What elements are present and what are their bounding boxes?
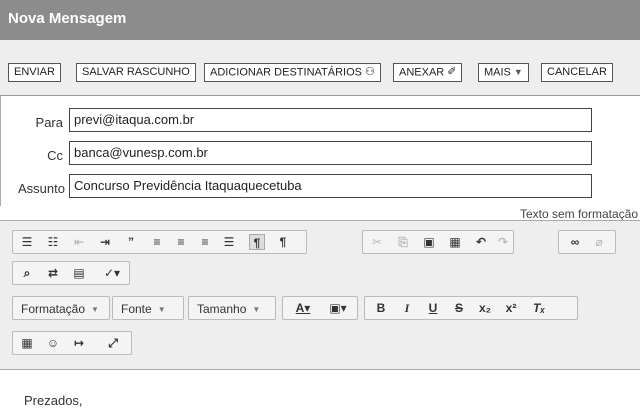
people-icon: ⚇ (364, 66, 375, 78)
link-group: ∞ ⌀ (558, 230, 616, 254)
outdent-icon[interactable]: ⇤ (71, 234, 87, 250)
bullet-list-icon[interactable]: ☷ (45, 234, 61, 250)
ltr-icon[interactable]: ¶ (249, 234, 265, 250)
send-label: ENVIAR (14, 66, 55, 78)
clipboard-group: ✂ ⎘ ▣ ▦ ↶ ↷ (362, 230, 514, 254)
numbered-list-icon[interactable]: ☰ (19, 234, 35, 250)
font-combo-label: Fonte (121, 302, 152, 316)
format-combo-group[interactable]: Formatação ▼ (12, 296, 110, 320)
paragraph-group: ☰ ☷ ⇤ ⇥ ” ≡ ≡ ≡ ☰ ¶ ¶ (12, 230, 307, 254)
select-all-icon[interactable]: ▤ (71, 265, 87, 281)
size-combo-label: Tamanho (197, 302, 247, 316)
format-combo[interactable]: Formatação ▼ (21, 300, 99, 318)
insert-group: ▦ ☺ ↦ ⤢ (12, 331, 132, 355)
plain-text-link[interactable]: Texto sem formatação (520, 207, 638, 221)
window-title: Nova Mensagem (8, 10, 127, 27)
bold-icon[interactable]: B (373, 300, 389, 316)
maximize-icon[interactable]: ⤢ (105, 335, 121, 351)
indent-icon[interactable]: ⇥ (97, 234, 113, 250)
underline-icon[interactable]: U (425, 300, 441, 316)
align-center-icon[interactable]: ≡ (173, 234, 189, 250)
save-draft-label: SALVAR RASCUNHO (82, 66, 190, 78)
table-icon[interactable]: ▦ (19, 335, 35, 351)
message-body-text: Prezados, (24, 393, 83, 408)
message-body[interactable]: Prezados, (0, 371, 640, 410)
italic-icon[interactable]: I (399, 300, 415, 316)
attach-button[interactable]: ANEXAR ✐ (393, 63, 463, 82)
size-combo-group[interactable]: Tamanho ▼ (188, 296, 276, 320)
find-icon[interactable]: ⌕ (19, 265, 35, 281)
more-label: MAIS (484, 66, 511, 79)
align-left-icon[interactable]: ≡ (149, 234, 165, 250)
chevron-down-icon: ▼ (157, 304, 166, 314)
justify-icon[interactable]: ☰ (221, 234, 237, 250)
cancel-button[interactable]: CANCELAR (541, 63, 613, 82)
subject-field[interactable]: Concurso Previdência Itaquaquecetuba (69, 174, 592, 198)
font-combo[interactable]: Fonte ▼ (121, 300, 166, 318)
rtl-icon[interactable]: ¶ (275, 234, 291, 250)
basic-styles-group: B I U S x₂ x² Tₓ (364, 296, 578, 320)
align-right-icon[interactable]: ≡ (197, 234, 213, 250)
window-titlebar: Nova Mensagem (0, 0, 640, 40)
smiley-icon[interactable]: ☺ (45, 335, 61, 351)
chevron-down-icon: ▼ (252, 304, 261, 314)
editor-toolbar: ☰ ☷ ⇤ ⇥ ” ≡ ≡ ≡ ☰ ¶ ¶ ✂ ⎘ ▣ ▦ ↶ ↷ ∞ ⌀ ⌕ … (0, 220, 640, 370)
cc-label: Cc (47, 148, 63, 163)
chevron-down-icon: ▼ (513, 67, 523, 77)
font-combo-group[interactable]: Fonte ▼ (112, 296, 184, 320)
undo-icon[interactable]: ↶ (473, 234, 489, 250)
size-combo[interactable]: Tamanho ▼ (197, 300, 260, 318)
cut-icon[interactable]: ✂ (369, 234, 385, 250)
color-group: A▾ ▣▾ (282, 296, 358, 320)
replace-icon[interactable]: ⇄ (45, 265, 61, 281)
cc-field[interactable]: banca@vunesp.com.br (69, 141, 592, 165)
add-recipients-label: ADICIONAR DESTINATÁRIOS (210, 66, 362, 79)
unlink-icon[interactable]: ⌀ (591, 234, 607, 250)
remove-format-icon[interactable]: Tₓ (531, 300, 547, 316)
save-draft-button[interactable]: SALVAR RASCUNHO (76, 63, 196, 82)
spellcheck-icon[interactable]: ✓▾ (99, 265, 125, 281)
more-button[interactable]: MAIS ▼ (478, 63, 529, 82)
strikethrough-icon[interactable]: S (451, 300, 467, 316)
attach-label: ANEXAR (399, 66, 445, 79)
to-label: Para (35, 115, 63, 130)
paste-from-word-icon[interactable]: ▦ (447, 234, 463, 250)
paperclip-icon: ✐ (447, 66, 457, 78)
subject-label: Assunto (18, 181, 65, 196)
add-recipients-button[interactable]: ADICIONAR DESTINATÁRIOS ⚇ (204, 63, 381, 82)
page-break-icon[interactable]: ↦ (71, 335, 87, 351)
editing-group: ⌕ ⇄ ▤ ✓▾ (12, 261, 130, 285)
copy-icon[interactable]: ⎘ (395, 234, 411, 250)
text-color-icon[interactable]: A▾ (289, 300, 317, 316)
to-field[interactable]: previ@itaqua.com.br (69, 108, 592, 132)
superscript-icon[interactable]: x² (503, 300, 519, 316)
paste-icon[interactable]: ▣ (421, 234, 437, 250)
chevron-down-icon: ▼ (91, 304, 99, 314)
action-bar: ENVIAR SALVAR RASCUNHO ADICIONAR DESTINA… (0, 40, 640, 96)
address-fields: Para previ@itaqua.com.br Cc banca@vunesp… (0, 96, 640, 206)
background-color-icon[interactable]: ▣▾ (323, 300, 353, 316)
redo-icon[interactable]: ↷ (495, 234, 511, 250)
subscript-icon[interactable]: x₂ (477, 300, 493, 316)
format-combo-label: Formatação (21, 302, 86, 316)
link-icon[interactable]: ∞ (567, 234, 583, 250)
cancel-label: CANCELAR (547, 66, 607, 78)
blockquote-icon[interactable]: ” (123, 234, 139, 250)
send-button[interactable]: ENVIAR (8, 63, 61, 82)
